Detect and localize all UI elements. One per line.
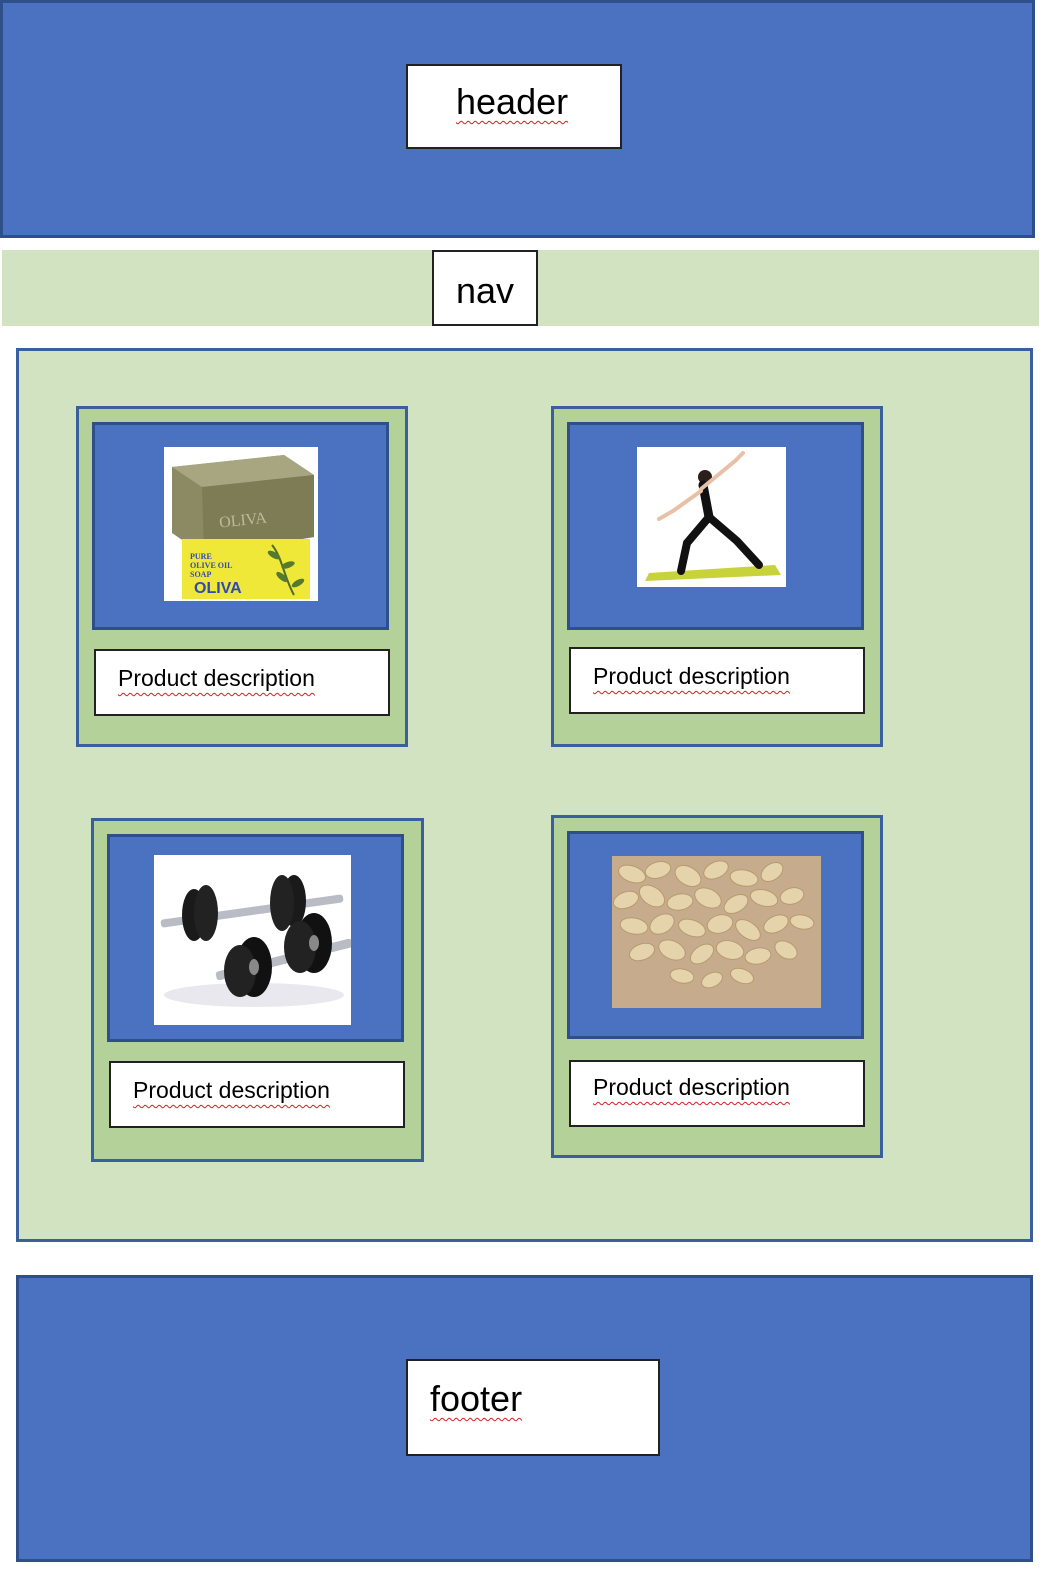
nav-label: nav: [456, 270, 515, 311]
product-image-frame: [567, 422, 864, 630]
product-description: Product description: [133, 1077, 330, 1103]
product-description-box: Product description: [569, 647, 865, 714]
product-description-box: Product description: [109, 1061, 405, 1128]
product-image-frame: [567, 831, 864, 1039]
footer-label: footer: [430, 1378, 523, 1419]
soap-box-line-3: SOAP: [190, 570, 211, 579]
product-description: Product description: [118, 665, 315, 691]
product-image-frame: OLIVA PURE OLIVE OIL SOAP OLIVA: [92, 422, 389, 630]
product-description: Product description: [593, 1074, 790, 1100]
product-description-box: Product description: [94, 649, 390, 716]
product-card[interactable]: Product description: [91, 818, 424, 1162]
soap-box-brand: OLIVA: [194, 580, 242, 597]
dumbbells-image: [154, 855, 351, 1025]
olive-soap-image: OLIVA PURE OLIVE OIL SOAP OLIVA: [164, 447, 318, 601]
header-label: header: [456, 81, 569, 122]
header-label-box: header: [406, 64, 622, 149]
nav-label-box: nav: [432, 250, 538, 326]
yoga-pose-image: [637, 447, 786, 587]
product-image-frame: [107, 834, 404, 1042]
nav-region: nav: [2, 250, 1039, 326]
product-description-box: Product description: [569, 1060, 865, 1127]
product-description: Product description: [593, 663, 790, 689]
product-card[interactable]: Product description: [551, 815, 883, 1158]
product-card[interactable]: Product description: [551, 406, 883, 747]
soap-box-line-2: OLIVE OIL: [190, 561, 232, 570]
footer-label-box: footer: [406, 1359, 660, 1456]
rolled-oats-image: [612, 856, 821, 1008]
header-region: header: [0, 0, 1035, 238]
product-card[interactable]: OLIVA PURE OLIVE OIL SOAP OLIVA Product …: [76, 406, 408, 747]
main-region: OLIVA PURE OLIVE OIL SOAP OLIVA Product …: [16, 348, 1033, 1242]
footer-region: footer: [16, 1275, 1033, 1562]
soap-box-line-1: PURE: [190, 552, 212, 561]
